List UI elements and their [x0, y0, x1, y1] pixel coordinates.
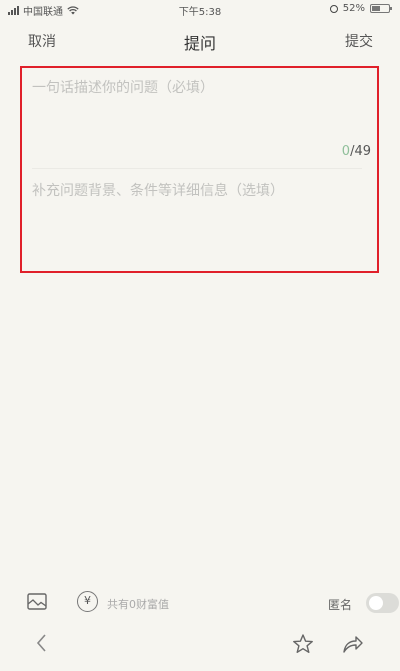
- question-form: 0/49: [20, 66, 379, 273]
- alarm-icon: [329, 4, 338, 13]
- star-icon[interactable]: [292, 633, 314, 655]
- anonymous-label: 匿名: [328, 598, 353, 612]
- status-bar: 中国联通 下午5:38 52%: [0, 0, 400, 20]
- counter-max: /49: [350, 144, 371, 159]
- counter-current: 0: [341, 144, 351, 159]
- battery-icon: [370, 4, 392, 13]
- compose-toolbar: ¥ 共有0财富值 匿名: [0, 588, 400, 618]
- reward-balance-text: 共有0财富值: [107, 598, 169, 611]
- anonymous-toggle[interactable]: [366, 593, 399, 613]
- nav-bar: 取消 提问 提交: [0, 22, 400, 58]
- toggle-knob: [369, 596, 383, 610]
- back-arrow-icon[interactable]: [32, 631, 52, 655]
- bottom-nav-bar: [0, 625, 400, 665]
- title-char-counter: 0/49: [342, 144, 371, 159]
- status-right: 52%: [329, 3, 392, 14]
- question-detail-input[interactable]: [32, 180, 367, 260]
- yuan-icon[interactable]: ¥: [77, 591, 98, 612]
- screen: 中国联通 下午5:38 52% 取消 提问 提交 0/49: [0, 0, 400, 671]
- share-icon[interactable]: [342, 634, 364, 654]
- submit-button[interactable]: 提交: [345, 31, 373, 51]
- image-icon[interactable]: [27, 593, 47, 610]
- page-title: 提问: [183, 34, 216, 53]
- battery-percent: 52%: [342, 3, 365, 14]
- divider: [32, 168, 362, 169]
- question-title-input[interactable]: [32, 74, 367, 102]
